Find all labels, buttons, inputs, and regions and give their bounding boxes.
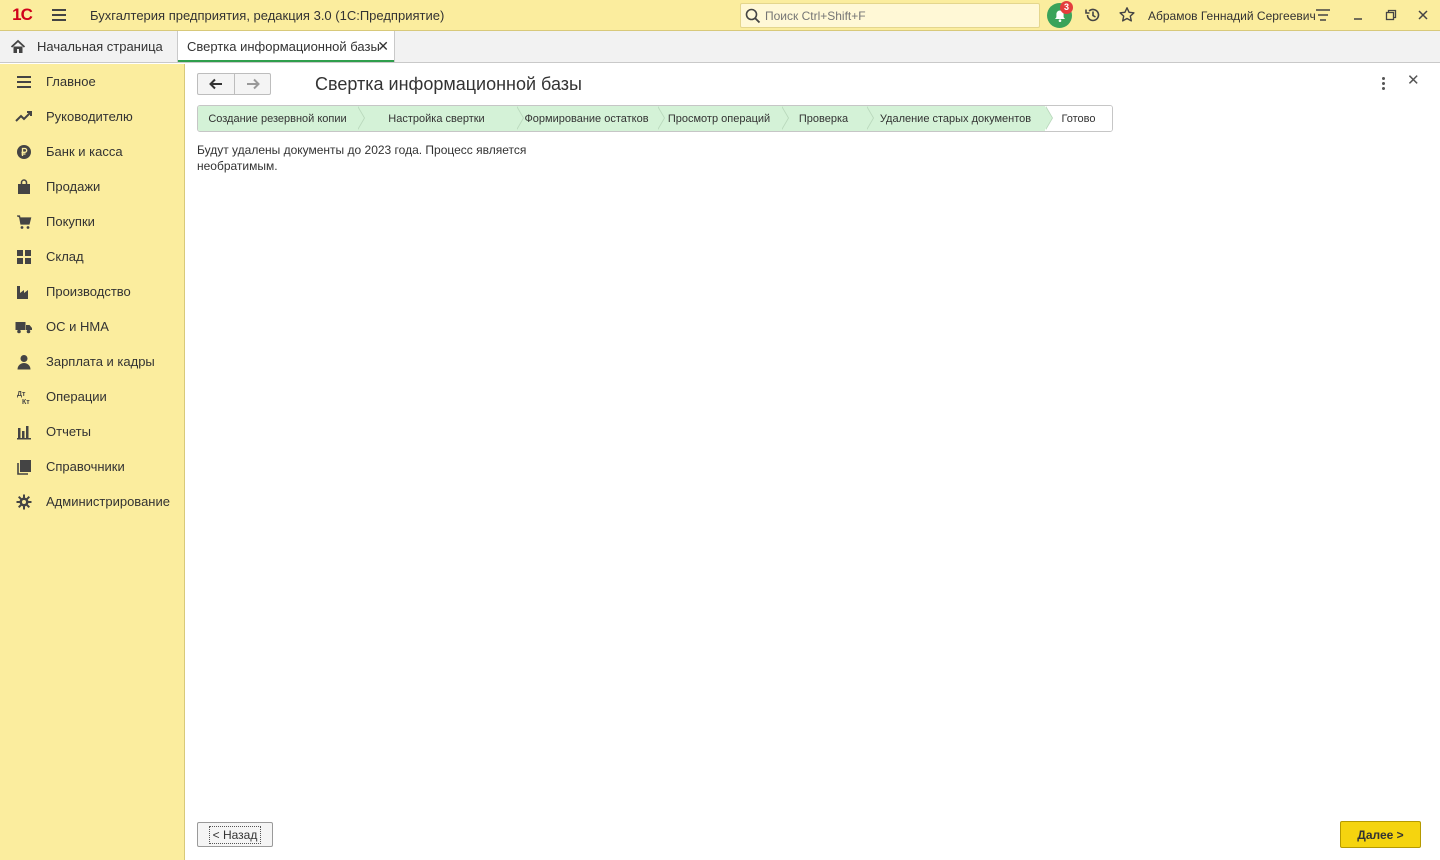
- step-rollup-settings: Настройка свертки: [357, 106, 524, 131]
- page-title: Свертка информационной базы: [315, 74, 582, 94]
- sidebar-item-reports[interactable]: Отчеты: [0, 414, 184, 449]
- books-icon: [15, 458, 33, 476]
- main-menu-icon[interactable]: [44, 0, 74, 31]
- tab-home-label: Начальная страница: [37, 39, 163, 54]
- sidebar-item-purchases[interactable]: Покупки: [0, 204, 184, 239]
- step-view-operations: Просмотр операций: [657, 106, 789, 131]
- 1c-logo[interactable]: 1С: [0, 0, 44, 31]
- sidebar-item-label: Справочники: [46, 459, 125, 474]
- info-text: Будут удалены документы до 2023 года. Пр…: [197, 143, 527, 173]
- notifications-count-badge: 3: [1060, 1, 1073, 14]
- sidebar-item-label: Покупки: [46, 214, 95, 229]
- factory-icon: [15, 283, 33, 301]
- search-icon: [745, 8, 761, 23]
- sidebar-item-payroll[interactable]: Зарплата и кадры: [0, 344, 184, 379]
- sidebar-item-label: Банк и касса: [46, 144, 123, 159]
- tab-home[interactable]: Начальная страница: [0, 31, 176, 62]
- search-box[interactable]: [740, 3, 1040, 28]
- sidebar-item-label: ОС и НМА: [46, 319, 109, 334]
- shopping-bag-icon: [15, 178, 33, 196]
- sidebar-item-warehouse[interactable]: Склад: [0, 239, 184, 274]
- step-balances: Формирование остатков: [516, 106, 665, 131]
- back-button[interactable]: < Назад: [197, 822, 273, 847]
- dt-kt-icon: Дт Кт: [15, 388, 33, 406]
- step-backup: Создание резервной копии: [198, 106, 365, 131]
- app-title: Бухгалтерия предприятия, редакция 3.0 (1…: [90, 7, 445, 23]
- sidebar-item-label: Зарплата и кадры: [46, 354, 155, 369]
- sidebar-item-label: Главное: [46, 74, 96, 89]
- tab-active-label: Свертка информационной базы: [187, 39, 380, 54]
- step-delete-old-documents: Удаление старых документов: [866, 106, 1053, 131]
- back-arrow-icon[interactable]: [198, 74, 234, 94]
- sidebar-item-sales[interactable]: Продажи: [0, 169, 184, 204]
- next-button[interactable]: Далее >: [1340, 821, 1421, 848]
- warehouse-grid-icon: [15, 248, 33, 266]
- sidebar-item-label: Склад: [46, 249, 84, 264]
- tab-close-icon[interactable]: ✕: [377, 39, 389, 53]
- window-close-icon[interactable]: [1415, 7, 1431, 23]
- list-icon: [15, 73, 33, 91]
- form-close-icon[interactable]: ✕: [1407, 73, 1420, 89]
- sidebar-item-administration[interactable]: Администрирование: [0, 484, 184, 519]
- history-icon[interactable]: [1084, 6, 1102, 24]
- minimize-icon[interactable]: [1350, 7, 1366, 23]
- sidebar-item-label: Отчеты: [46, 424, 91, 439]
- truck-icon: [15, 318, 33, 336]
- sidebar-item-operations[interactable]: Дт Кт Операции: [0, 379, 184, 414]
- search-input[interactable]: [765, 8, 1025, 23]
- tab-bar: Начальная страница Свертка информационно…: [0, 31, 1440, 63]
- user-name[interactable]: Абрамов Геннадий Сергеевич: [1148, 9, 1316, 23]
- wizard-steps: Создание резервной копии Настройка сверт…: [197, 105, 1113, 132]
- favorites-star-icon[interactable]: [1118, 6, 1136, 24]
- forward-arrow-icon[interactable]: [234, 74, 270, 94]
- sidebar-item-label: Руководителю: [46, 109, 133, 124]
- sidebar-item-manager[interactable]: Руководителю: [0, 99, 184, 134]
- main-form: Свертка информационной базы ✕ Создание р…: [185, 64, 1440, 860]
- history-navigation: [197, 73, 271, 95]
- cart-icon: [15, 213, 33, 231]
- trend-icon: [15, 108, 33, 126]
- tab-infobase-rollup[interactable]: Свертка информационной базы ✕: [177, 31, 395, 62]
- sidebar: Главное Руководителю Банк и касса Продаж…: [0, 64, 185, 860]
- svg-text:Кт: Кт: [22, 399, 30, 405]
- sidebar-item-label: Производство: [46, 284, 131, 299]
- bar-chart-icon: [15, 423, 33, 441]
- settings-menu-icon[interactable]: [1315, 7, 1331, 23]
- sidebar-item-label: Продажи: [46, 179, 101, 194]
- back-button-label: < Назад: [208, 825, 262, 844]
- restore-icon[interactable]: [1383, 7, 1399, 23]
- svg-text:Дт: Дт: [17, 391, 26, 398]
- sidebar-item-label: Администрирование: [46, 494, 170, 509]
- sidebar-item-fixed-assets[interactable]: ОС и НМА: [0, 309, 184, 344]
- sidebar-item-main[interactable]: Главное: [0, 64, 184, 99]
- gear-icon: [15, 493, 33, 511]
- step-done: Готово: [1045, 106, 1112, 131]
- ruble-coin-icon: [15, 143, 33, 161]
- sidebar-item-production[interactable]: Производство: [0, 274, 184, 309]
- sidebar-item-bank[interactable]: Банк и касса: [0, 134, 184, 169]
- home-icon: [10, 39, 26, 53]
- step-check: Проверка: [781, 106, 874, 131]
- person-icon: [15, 353, 33, 371]
- sidebar-item-label: Операции: [46, 389, 107, 404]
- sidebar-item-directories[interactable]: Справочники: [0, 449, 184, 484]
- more-actions-icon[interactable]: [1376, 75, 1390, 91]
- title-bar: 1С Бухгалтерия предприятия, редакция 3.0…: [0, 0, 1440, 31]
